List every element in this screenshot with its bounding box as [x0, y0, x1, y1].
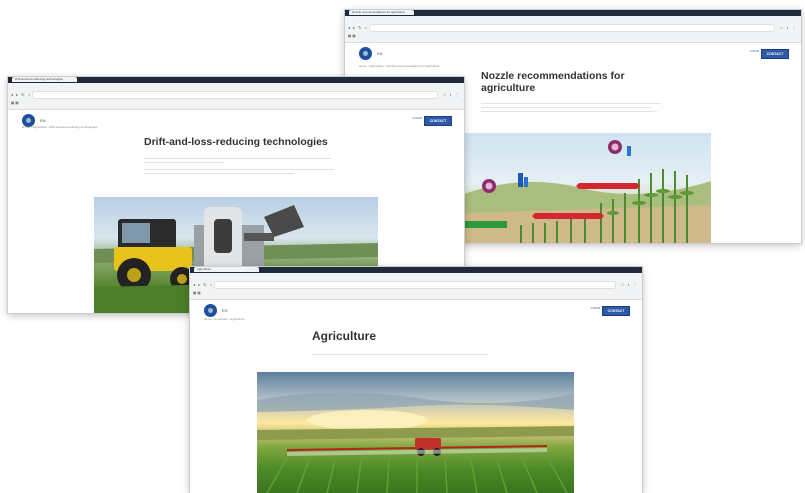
language-selector[interactable]: EN — [40, 118, 46, 123]
browser-tab[interactable]: Drift-and-loss-reducing technologies — [12, 77, 77, 82]
nav-buttons-icon[interactable]: ◂ ▸ ↻ ⌂ — [193, 282, 213, 287]
field-sprayer-photo — [257, 372, 574, 493]
contact-button[interactable]: CONTACT — [602, 306, 630, 316]
contact-button[interactable]: CONTACT — [424, 116, 452, 126]
nav-buttons-icon[interactable]: ◂ ▸ ↻ ⌂ — [348, 25, 368, 30]
address-bar[interactable] — [214, 281, 616, 289]
page-title: Drift-and-loss-reducing technologies — [144, 136, 328, 148]
site-header: EN LOGIN CONTACT — [190, 300, 642, 322]
address-bar[interactable] — [32, 91, 438, 99]
site-header: EN LOGIN CONTACT — [345, 43, 801, 65]
contact-button[interactable]: CONTACT — [761, 49, 789, 59]
intro-paragraph — [481, 103, 661, 112]
breadcrumb[interactable]: Home › Agriculture › Nozzle recommendati… — [359, 64, 440, 68]
page-title: Agriculture — [312, 329, 377, 343]
field-drawing — [257, 392, 574, 493]
browser-toolbar: Agriculture ◂ ▸ ↻ ⌂ ☆ ◐ ⋮ ▦ ▦ — [190, 267, 642, 300]
login-link[interactable]: LOGIN — [413, 116, 422, 120]
toolbar-icons[interactable]: ☆ ◐ ⋮ — [443, 92, 460, 97]
nozzle-illustration — [461, 133, 711, 243]
company-logo[interactable] — [359, 47, 372, 60]
login-link[interactable]: LOGIN — [750, 49, 759, 53]
browser-toolbar: Nozzle recommendations for agriculture ◂… — [345, 10, 801, 43]
company-logo[interactable] — [204, 304, 217, 317]
nav-buttons-icon[interactable]: ◂ ▸ ↻ ⌂ — [11, 92, 31, 97]
browser-tab[interactable]: Nozzle recommendations for agriculture — [349, 10, 414, 15]
breadcrumb[interactable]: Home › Industries › Agriculture — [204, 317, 245, 321]
login-link[interactable]: LOGIN — [591, 306, 600, 310]
page-title: Nozzle recommendations for agriculture — [481, 70, 625, 94]
toolbar-icons[interactable]: ☆ ◐ ⋮ — [621, 282, 638, 287]
intro-paragraph — [312, 354, 488, 355]
crop-drawing — [461, 140, 711, 243]
breadcrumb[interactable]: Home › Agriculture › Drift-and-loss-redu… — [22, 125, 98, 129]
address-bar[interactable] — [369, 24, 775, 32]
browser-tab[interactable]: Agriculture — [194, 267, 259, 272]
language-selector[interactable]: EN — [377, 51, 383, 56]
language-selector[interactable]: EN — [222, 308, 228, 313]
browser-window-agriculture: Agriculture ◂ ▸ ↻ ⌂ ☆ ◐ ⋮ ▦ ▦ EN LOGIN C… — [190, 267, 642, 493]
intro-paragraph — [144, 158, 334, 174]
toolbar-icons[interactable]: ☆ ◐ ⋮ — [780, 25, 797, 30]
bookmarks-bar: ▦ ▦ — [11, 101, 19, 105]
bookmarks-bar: ▦ ▦ — [193, 291, 201, 295]
browser-toolbar: Drift-and-loss-reducing technologies ◂ ▸… — [8, 77, 464, 110]
bookmarks-bar: ▦ ▦ — [348, 34, 356, 38]
